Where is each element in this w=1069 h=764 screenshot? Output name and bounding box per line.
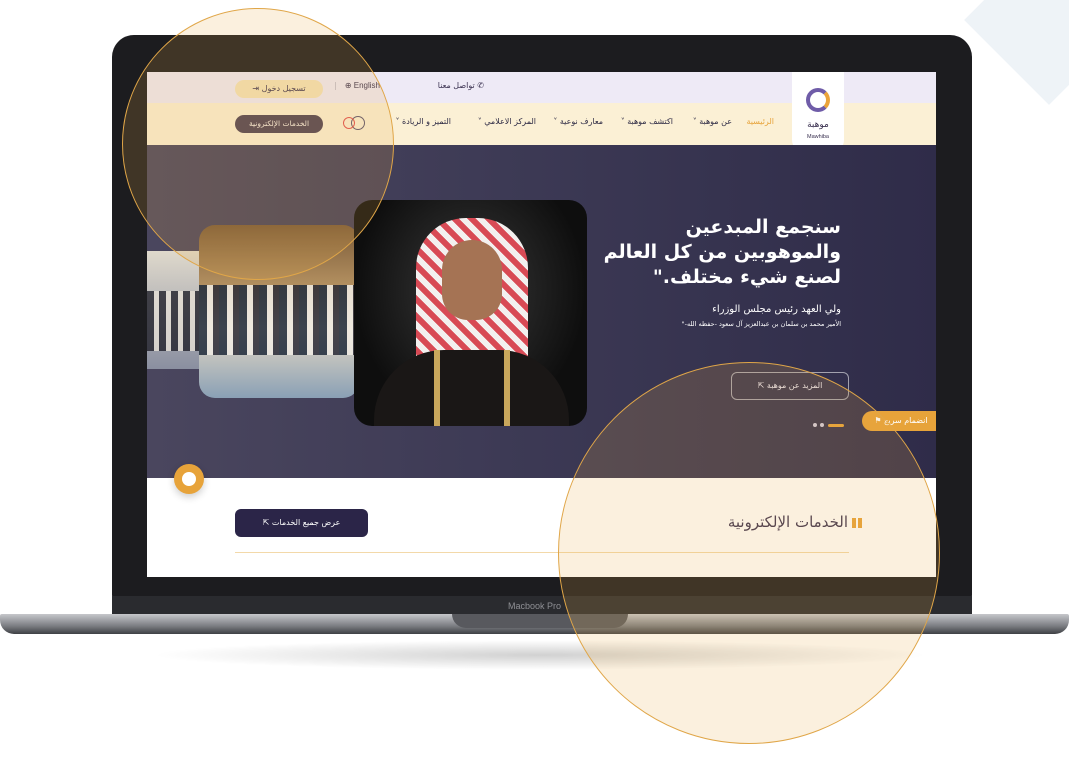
logo-english: Mawhiba <box>806 134 829 140</box>
highlight-circle <box>122 8 394 280</box>
nav-item-label: عن موهبة <box>699 117 732 126</box>
nav-item-discover[interactable]: اكتشف موهبة ˅ <box>621 117 673 126</box>
nav-item-home[interactable]: الرئيسية <box>746 117 774 126</box>
nav-item-label: اكتشف موهبة <box>627 117 673 126</box>
event-photo-people <box>199 285 359 355</box>
page: ✆ تواصل معنا | English ⊕ تسجيل دخول ⇥ ال… <box>0 0 1069 764</box>
hero-quote-line: سنجمع المبدعين <box>685 216 841 238</box>
event-photo-secondary <box>147 251 199 369</box>
nav-item-media[interactable]: المركز الاعلامي ˅ <box>478 117 536 126</box>
all-services-label: عرض جميع الخدمات <box>271 518 341 527</box>
contact-label: تواصل معنا <box>437 81 475 90</box>
highlight-circle <box>558 362 940 744</box>
logo-mark <box>806 88 830 112</box>
phone-icon: ✆ <box>477 81 484 90</box>
portrait-robe-trim <box>434 350 510 426</box>
portrait-face <box>442 240 502 320</box>
hero-quote: سنجمع المبدعين والموهوبين من كل العالم ل… <box>581 215 841 290</box>
nav-item-label: التميز و الريادة <box>402 117 451 126</box>
hero-author-name: الأمير محمد بن سلمان بن عبدالعزيز آل سعو… <box>681 320 841 328</box>
corner-decoration <box>964 0 1069 105</box>
nav-item-about[interactable]: عن موهبة ˅ <box>693 117 732 126</box>
event-photo-people <box>147 291 199 351</box>
logo[interactable]: موهبة Mawhiba <box>792 72 844 152</box>
nav-item-label: المركز الاعلامي <box>484 117 536 126</box>
crown-prince-portrait <box>354 200 587 426</box>
hero-author: ولي العهد رئيس مجلس الوزراء <box>712 304 841 315</box>
nav-item-label: معارف نوعية <box>559 117 603 126</box>
chat-button[interactable] <box>174 464 204 494</box>
all-services-button[interactable]: عرض جميع الخدمات ⇱ <box>235 509 368 537</box>
hero-quote-line: والموهوبين من كل العالم <box>603 241 841 263</box>
nav-item-excellence[interactable]: التميز و الريادة ˅ <box>395 117 451 126</box>
hero-quote-line: لصنع شيء مختلف." <box>652 266 841 288</box>
chat-icon <box>182 472 196 486</box>
nav-item-knowledge[interactable]: معارف نوعية ˅ <box>553 117 603 126</box>
logo-arabic: موهبة <box>807 120 829 130</box>
arrow-icon: ⇱ <box>262 518 270 527</box>
contact-link[interactable]: ✆ تواصل معنا <box>438 81 484 90</box>
quick-join-label: انضمام سريع <box>884 416 928 425</box>
